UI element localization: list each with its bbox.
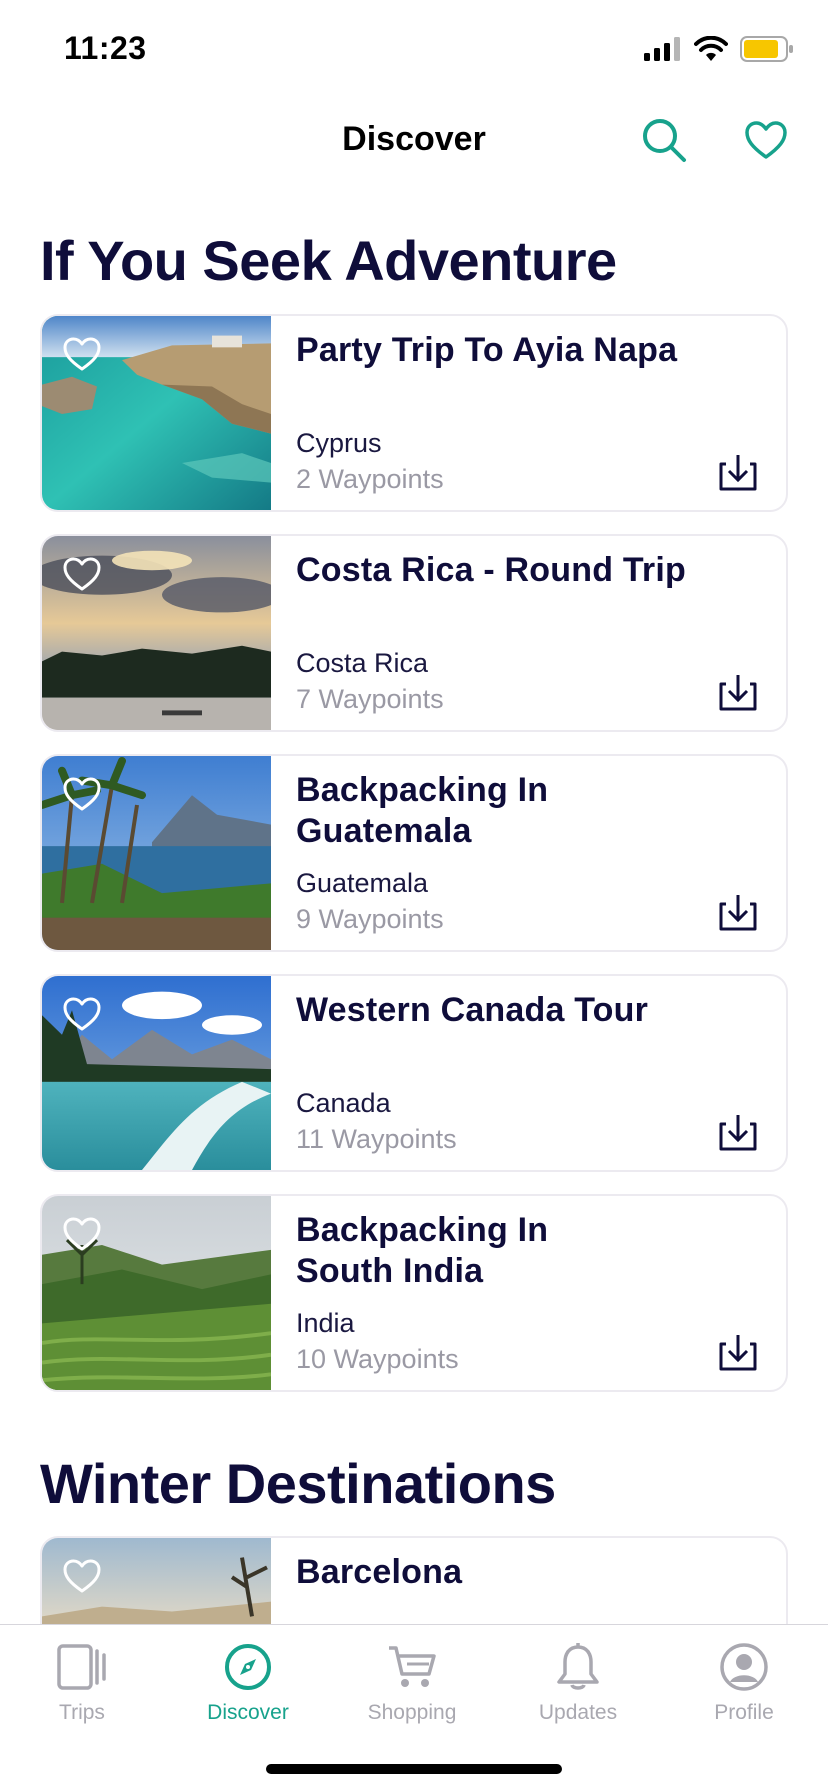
download-icon[interactable] [718,452,758,492]
favorites-button[interactable] [740,114,792,166]
trip-title: Party Trip To Ayia Napa [296,331,678,369]
tab-trips[interactable]: Trips [17,1639,147,1725]
trip-title: Backpacking In South India [296,1211,549,1290]
download-icon[interactable] [718,1112,758,1152]
trip-country: Costa Rica [296,648,429,678]
bell-icon [557,1643,599,1690]
trip-country: Guatemala [296,868,429,898]
wifi-icon [694,36,728,61]
cart-icon [389,1646,436,1687]
page-title: Discover [342,120,486,158]
trip-card-guatemala[interactable]: Backpacking In Guatemala Guatemala 9 Way… [40,754,788,952]
status-time: 11:23 [64,30,147,66]
tab-discover[interactable]: Discover [183,1639,313,1725]
download-icon[interactable] [718,892,758,932]
trip-title: Western Canada Tour [296,991,649,1029]
trip-title: Barcelona [296,1553,463,1591]
favorite-heart-icon[interactable] [62,1558,102,1594]
cellular-signal-icon [644,37,680,61]
header: Discover [0,100,828,180]
trip-country: Cyprus [296,428,382,458]
trip-card-western-canada[interactable]: Western Canada Tour Canada 11 Waypoints [40,974,788,1172]
tab-label: Profile [714,1701,774,1724]
trip-country: India [296,1308,355,1338]
favorite-heart-icon[interactable] [62,336,102,372]
search-button[interactable] [638,114,690,166]
section-title-adventure: If You Seek Adventure [40,229,617,292]
tab-profile[interactable]: Profile [679,1639,809,1725]
compass-icon [225,1644,271,1690]
favorite-heart-icon[interactable] [62,776,102,812]
battery-icon [740,36,793,62]
profile-icon [720,1643,768,1691]
trip-card-costa-rica[interactable]: Costa Rica - Round Trip Costa Rica 7 Way… [40,534,788,732]
tab-label: Updates [538,1701,618,1724]
search-icon [643,119,686,162]
tab-label: Trips [59,1701,105,1724]
status-bar: 11:23 [0,0,828,100]
trip-waypoints: 7 Waypoints [296,684,444,714]
download-icon[interactable] [718,672,758,712]
trip-title: Costa Rica - Round Trip [296,551,686,589]
download-icon[interactable] [718,1332,758,1372]
tab-updates[interactable]: Updates [513,1639,643,1725]
trips-icon [57,1644,106,1690]
trip-card-south-india[interactable]: Backpacking In South India India 10 Wayp… [40,1194,788,1392]
favorite-heart-icon[interactable] [62,556,102,592]
tab-shopping[interactable]: Shopping [347,1639,477,1725]
home-indicator [266,1764,562,1774]
heart-outline-icon [745,121,787,159]
tab-label: Shopping [367,1701,457,1724]
trip-country: Canada [296,1088,391,1118]
favorite-heart-icon[interactable] [62,1216,102,1252]
trip-waypoints: 2 Waypoints [296,464,444,494]
tab-label: Discover [207,1701,289,1724]
favorite-heart-icon[interactable] [62,996,102,1032]
trip-waypoints: 11 Waypoints [296,1124,457,1154]
trip-waypoints: 10 Waypoints [296,1344,459,1374]
trip-card-ayia-napa[interactable]: Party Trip To Ayia Napa Cyprus 2 Waypoin… [40,314,788,512]
trip-title: Backpacking In Guatemala [296,771,549,850]
section-title-winter: Winter Destinations [40,1452,556,1515]
trip-waypoints: 9 Waypoints [296,904,444,934]
status-icons [644,36,794,62]
